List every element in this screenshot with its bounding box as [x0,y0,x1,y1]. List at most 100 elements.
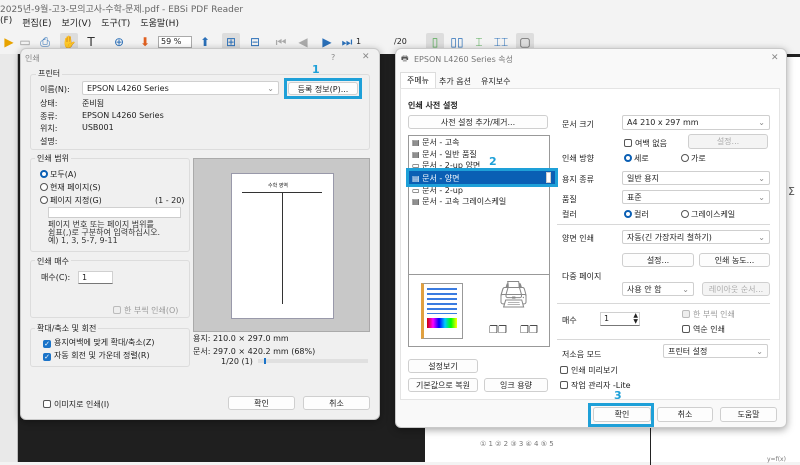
layout-order-button[interactable]: 레이아웃 순서... [702,282,770,296]
radio-checked-icon [624,154,632,162]
tab-more-options[interactable]: 추가 옵션 [439,76,471,87]
tab-main[interactable]: 주메뉴 [400,72,436,89]
preset-label: 문서 - 2-up [422,186,463,195]
menu-tools[interactable]: 도구(T) [101,16,130,30]
quality-select[interactable]: 표준 ⌄ [622,190,770,204]
show-settings-button[interactable]: 설정보기 [408,359,478,373]
print-cancel-button[interactable]: 취소 [303,396,370,410]
ink-levels-button[interactable]: 잉크 용량 [484,378,548,392]
doc-size-value: A4 210 x 297 mm [627,118,699,127]
slider-thumb[interactable] [263,358,266,364]
preset-add-remove-button[interactable]: 사전 설정 추가/제거... [408,115,548,129]
math-sigma: Σ [788,185,795,198]
preview-page-slider[interactable] [258,358,368,364]
pages-input[interactable] [48,207,181,218]
grayscale-radio[interactable]: 그레이스케일 [681,209,735,220]
preset-label: 문서 - 고속 그레이스케일 [422,197,507,206]
spinner-arrows-icon[interactable]: ▲ ▼ [633,313,638,325]
properties-help-button[interactable]: 도움말 [720,407,777,422]
borderless-checkbox[interactable]: 여백 없음 [624,138,667,149]
paper-type-value: 일반 용지 [627,174,659,183]
type-value: EPSON L4260 Series [82,111,164,120]
page-field[interactable]: 1 [356,37,361,46]
copies-label: 매수(C): [41,273,71,282]
preset-heading: 인쇄 사전 설정 [408,101,458,110]
printer-select[interactable]: EPSON L4260 Series ⌄ [82,81,279,95]
duplex-value: 자동(긴 가장자리 철하기) [627,233,712,242]
paper-type-select[interactable]: 일반 용지 ⌄ [622,171,770,185]
type-label: 종류: [40,112,58,121]
borderless-settings-button[interactable]: 설정... [688,134,768,149]
print-preview-label: 인쇄 미리보기 [571,366,618,375]
copies-input[interactable]: 1 [78,271,113,284]
orientation-label: 인쇄 방향 [562,154,594,163]
doc-size-select[interactable]: A4 210 x 297 mm ⌄ [622,115,770,130]
fit-checkbox[interactable]: ✓ 용지여백에 맞게 확대/축소(Z) [43,337,154,348]
quiet-mode-label: 저소음 모드 [562,350,602,359]
radio-icon [681,210,689,218]
highlight-box-2 [406,168,558,187]
status-value: 준비됨 [82,99,105,108]
rotate-label: 자동 회전 및 가운데 정렬(R) [54,351,150,360]
radio-icon [40,196,48,204]
range-current-label: 현재 페이지(S) [50,183,101,192]
checkbox-icon [560,381,568,389]
reverse-order-label: 역순 인쇄 [693,325,725,334]
annotation-3: 3 [614,389,622,402]
copies-group-label: 인쇄 매수 [35,256,71,267]
collate-checkbox[interactable]: 한 부씩 인쇄 [682,309,735,320]
reverse-order-checkbox[interactable]: 역순 인쇄 [682,324,725,335]
menu-edit[interactable]: 편집(E) [22,16,51,30]
duplex-select[interactable]: 자동(긴 가장자리 철하기) ⌄ [622,230,770,244]
tab-maintenance[interactable]: 유지보수 [481,76,510,87]
copies-spinner[interactable]: 1 ▲ ▼ [600,312,640,326]
duplex-settings-button[interactable]: 설정... [622,253,694,267]
document-illustration-icon [421,283,463,339]
chevron-down-icon: ⌄ [758,174,765,183]
menu-view[interactable]: 보기(V) [61,16,91,30]
rotate-checkbox[interactable]: ✓ 자동 회전 및 가운데 정렬(R) [43,350,150,361]
close-button[interactable]: ✕ [362,52,370,62]
printer-duplex-icon: 🖨 [497,280,531,310]
preset-label: 문서 - 일반 품질 [422,150,477,159]
portrait-radio[interactable]: 세로 [624,153,649,164]
preset-item[interactable]: ▤ 문서 - 일반 품질 [412,149,477,160]
chevron-down-icon: ⌄ [758,193,765,202]
quiet-mode-select[interactable]: 프린터 설정 ⌄ [663,344,768,358]
print-preview-checkbox[interactable]: 인쇄 미리보기 [560,365,618,376]
zoom-field[interactable]: 59 % [158,36,192,48]
multipage-select[interactable]: 사용 안 함 ⌄ [622,282,694,296]
preset-item[interactable]: ▤ 문서 - 고속 [412,137,460,148]
duplex-label: 양면 인쇄 [562,234,594,243]
checkbox-icon [682,310,690,318]
quality-value: 표준 [627,193,642,202]
reset-defaults-button[interactable]: 기본값으로 복원 [408,378,478,392]
print-as-image-checkbox[interactable]: 이미지로 인쇄(I) [43,399,109,410]
menu-file[interactable]: (F) [0,16,12,30]
preview-page-text: 1/20 (1) [221,357,253,366]
print-ok-button[interactable]: 확인 [228,396,295,410]
preset-item[interactable]: ▤ 문서 - 고속 그레이스케일 [412,196,506,207]
print-density-button[interactable]: 인쇄 농도... [699,253,770,267]
multipage-label: 다중 페이지 [562,272,602,281]
pages-range-hint: (1 - 20) [155,196,185,205]
copies-value: 1 [604,314,610,323]
color-radio[interactable]: 컬러 [624,209,649,220]
copies-label: 매수 [562,316,577,325]
range-pages-radio[interactable]: 페이지 지정(G) [40,195,102,206]
fit-label: 용지여백에 맞게 확대/축소(Z) [54,338,155,347]
menu-bar: (F) 편집(E) 보기(V) 도구(T) 도움말(H) [0,14,179,30]
close-button[interactable]: ✕ [771,53,779,63]
help-button[interactable]: ? [331,53,335,62]
checkbox-icon [560,366,568,374]
range-current-radio[interactable]: 현재 페이지(S) [40,182,101,193]
properties-cancel-button[interactable]: 취소 [657,407,713,422]
collate-checkbox[interactable]: 한 부씩 인쇄(O) [113,305,178,316]
checkbox-icon [624,139,632,147]
menu-help[interactable]: 도움말(H) [140,16,179,30]
landscape-radio[interactable]: 가로 [681,153,706,164]
highlight-box-3 [588,403,654,427]
quiet-mode-value: 프린터 설정 [668,347,708,356]
range-all-radio[interactable]: 모두(A) [40,169,76,180]
answer-choices: ① 1 ② 2 ③ 3 ④ 4 ⑤ 5 [480,440,554,448]
